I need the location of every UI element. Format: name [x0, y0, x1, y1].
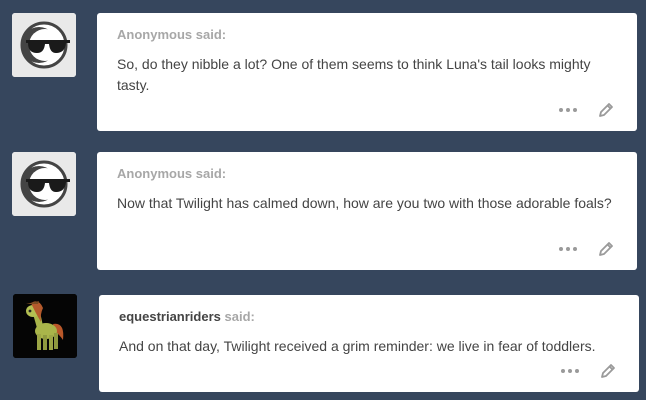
answerer-name[interactable]: equestrianriders [119, 309, 221, 324]
pony-figure-icon [13, 294, 77, 358]
edit-pencil-icon[interactable] [597, 240, 615, 258]
anonymous-avatar[interactable] [12, 152, 76, 216]
anonymous-avatar[interactable] [12, 13, 76, 77]
equestrianriders-avatar[interactable] [13, 294, 77, 358]
ask-card: Anonymous said: So, do they nibble a lot… [97, 13, 637, 131]
said-label: said: [195, 27, 227, 42]
post-controls [559, 101, 615, 119]
answer-text: And on that day, Twilight received a gri… [119, 338, 596, 354]
sunglasses-face-icon [12, 152, 76, 216]
answerer-line: equestrianriders said: [119, 309, 619, 324]
post-controls [559, 240, 615, 258]
sunglasses-face-icon [12, 13, 76, 77]
more-options-icon[interactable] [559, 247, 577, 251]
asker-line: Anonymous said: [117, 166, 617, 181]
edit-pencil-icon[interactable] [597, 101, 615, 119]
answer-card: equestrianriders said: And on that day, … [99, 295, 639, 392]
said-label: said: [224, 309, 255, 324]
more-options-icon[interactable] [561, 369, 579, 373]
asker-name[interactable]: Anonymous [117, 27, 192, 42]
more-options-icon[interactable] [559, 108, 577, 112]
said-label: said: [195, 166, 227, 181]
edit-pencil-icon[interactable] [599, 362, 617, 380]
question-text: So, do they nibble a lot? One of them se… [117, 56, 591, 93]
post-controls [561, 362, 617, 380]
asker-line: Anonymous said: [117, 27, 617, 42]
question-text: Now that Twilight has calmed down, how a… [117, 195, 612, 211]
ask-card: Anonymous said: Now that Twilight has ca… [97, 152, 637, 270]
asker-name[interactable]: Anonymous [117, 166, 192, 181]
